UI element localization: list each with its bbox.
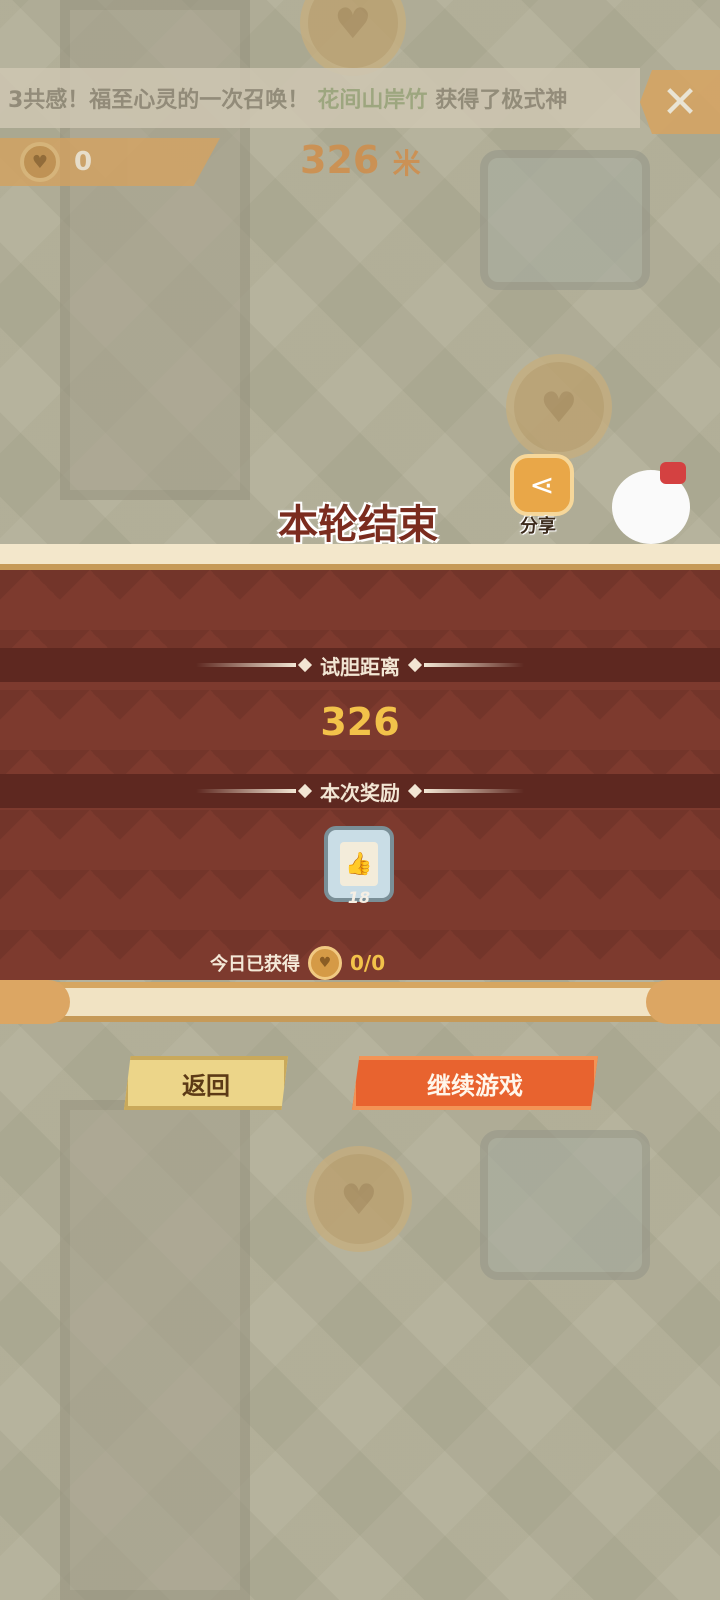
heart-coin-icon: ♥ — [308, 946, 342, 980]
distance-section-header: 试胆距离 — [0, 648, 720, 682]
diamond-ornament — [407, 657, 423, 673]
divider-line — [424, 663, 524, 667]
distance-label: 试胆距离 — [320, 654, 400, 679]
back-button[interactable]: 返回 — [124, 1056, 288, 1110]
coin-counter: ♥ 0 — [0, 138, 220, 186]
result-distance-value: 326 — [320, 700, 400, 744]
marquee-tail: 获得了极式神 — [435, 88, 568, 113]
share-icon: ⋖ — [529, 467, 555, 503]
panel-bottom-edge — [0, 982, 720, 1022]
reward-item-count: 18 — [347, 888, 371, 907]
announcement-marquee: 3共感！福至心灵的一次召唤！ 花间山岸竹 获得了极式神 — [0, 68, 640, 128]
reward-label: 本次奖励 — [320, 780, 400, 805]
today-earned: 今日已获得 ♥ 0/0 — [210, 946, 385, 980]
share-label[interactable]: 分享 — [520, 512, 556, 538]
divider-line — [424, 789, 524, 793]
cloud-ornament — [646, 980, 720, 1024]
round-end-title: 本轮结束 — [278, 502, 438, 548]
distance-indicator: 326 米 — [300, 138, 421, 182]
diamond-ornament — [407, 783, 423, 799]
marquee-highlight: 花间山岸竹 — [317, 88, 428, 113]
today-label: 今日已获得 — [210, 954, 300, 975]
marquee-text: 3共感！福至心灵的一次召唤！ — [8, 88, 310, 113]
cloud-ornament — [0, 980, 70, 1024]
close-icon: ✕ — [661, 76, 699, 128]
panel-top-edge — [0, 544, 720, 570]
distance-value: 326 — [300, 138, 380, 182]
diamond-ornament — [297, 783, 313, 799]
card-thumbs-up-icon: 👍 — [340, 842, 378, 886]
coin-count: 0 — [74, 147, 93, 177]
close-button[interactable]: ✕ — [640, 70, 720, 134]
mascot-bow — [660, 462, 686, 484]
divider-line — [196, 789, 296, 793]
today-value: 0/0 — [350, 951, 386, 975]
reward-section-header: 本次奖励 — [0, 774, 720, 808]
share-button[interactable]: ⋖ — [510, 454, 574, 516]
continue-game-button[interactable]: 继续游戏 — [352, 1056, 598, 1110]
heart-coin-icon: ♥ — [20, 142, 60, 182]
distance-unit: 米 — [392, 147, 421, 180]
diamond-ornament — [297, 657, 313, 673]
divider-line — [196, 663, 296, 667]
